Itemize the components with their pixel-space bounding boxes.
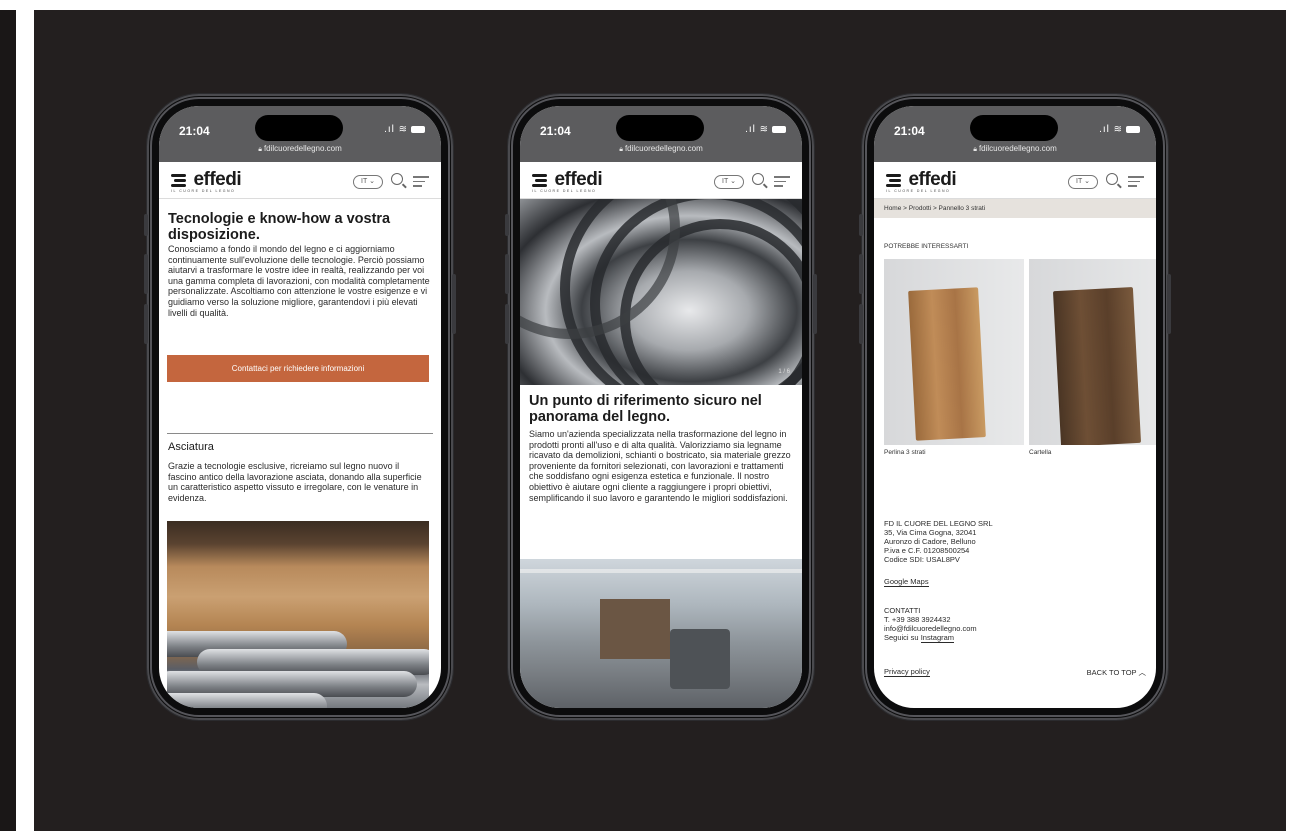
address-bar[interactable]: 🔒︎ fdilcuoredellegno.com xyxy=(159,144,441,154)
phone-button xyxy=(859,254,863,294)
phone-button xyxy=(144,254,148,294)
product-name: Perlina 3 strati xyxy=(884,449,926,456)
page-content: Tecnologie e know-how a vostra disposizi… xyxy=(159,199,441,708)
company-info: FD IL CUORE DEL LEGNO SRL 35, Via Cima G… xyxy=(884,519,993,564)
instagram-link[interactable]: Instagram xyxy=(920,633,955,643)
phone-screen: 21:04 .ıl ≋ 🔒︎ fdilcuoredellegno.com effe… xyxy=(874,106,1156,708)
section-paragraph: Grazie a tecnologie esclusive, ricreiamo… xyxy=(168,461,422,503)
phone-mockup-2: 21:04 .ıl ≋ 🔒︎ fdilcuoredellegno.com effe… xyxy=(505,94,817,720)
dynamic-island xyxy=(970,115,1058,141)
signal-wifi-battery-icon: .ıl ≋ xyxy=(745,124,786,135)
left-dark-strip xyxy=(0,10,16,831)
address-bar[interactable]: 🔒︎ fdilcuoredellegno.com xyxy=(874,144,1156,154)
site-header: effedi IL CUORE DEL LEGNO IT ⌄ xyxy=(520,162,802,199)
contacts-block: CONTATTI T. +39 388 3924432 info@fdilcuo… xyxy=(884,606,977,643)
product-card[interactable]: Perlina 3 strati xyxy=(884,259,1024,456)
address-bar[interactable]: 🔒︎ fdilcuoredellegno.com xyxy=(520,144,802,154)
wood-beam-photo xyxy=(167,521,429,708)
search-icon[interactable] xyxy=(752,173,764,185)
privacy-policy-link[interactable]: Privacy policy xyxy=(884,667,930,677)
phone-button xyxy=(505,254,509,294)
search-icon[interactable] xyxy=(391,173,403,185)
google-maps-link[interactable]: Google Maps xyxy=(884,577,929,587)
product-image xyxy=(1029,259,1156,445)
search-icon[interactable] xyxy=(1106,173,1118,185)
status-bar: 21:04 .ıl ≋ 🔒︎ fdilcuoredellegno.com xyxy=(159,106,441,162)
page-content: Home > Prodotti > Pannello 3 strati POTR… xyxy=(874,199,1156,708)
url-text: fdilcuoredellegno.com xyxy=(263,144,342,153)
phone-button xyxy=(144,304,148,344)
logo-mark-icon xyxy=(171,173,189,187)
section-title: Asciatura xyxy=(168,441,214,453)
phone-button xyxy=(859,304,863,344)
page-title: Un punto di riferimento sicuro nel panor… xyxy=(529,393,762,425)
product-name: Cartella xyxy=(1029,449,1052,456)
site-logo[interactable]: effedi xyxy=(532,169,603,191)
menu-icon[interactable] xyxy=(774,176,790,190)
phone-button xyxy=(505,214,509,236)
back-to-top-button[interactable]: BACK TO TOP ︿ xyxy=(1087,667,1146,678)
logo-text: effedi xyxy=(193,169,242,190)
logo-tagline: IL CUORE DEL LEGNO xyxy=(171,189,236,193)
intro-paragraph: Conosciamo a fondo il mondo del legno e … xyxy=(168,244,430,318)
page-content: 1 / 6 Un punto di riferimento sicuro nel… xyxy=(520,199,802,708)
lock-icon: 🔒︎ xyxy=(258,146,262,153)
language-selector[interactable]: IT ⌄ xyxy=(1068,175,1098,189)
lock-icon: 🔒︎ xyxy=(619,146,623,153)
product-image xyxy=(884,259,1024,445)
slide-indicator: 1 / 6 xyxy=(778,369,790,375)
language-selector[interactable]: IT ⌄ xyxy=(353,175,383,189)
signal-wifi-battery-icon: .ıl ≋ xyxy=(1099,124,1140,135)
logo-tagline: IL CUORE DEL LEGNO xyxy=(532,189,597,193)
status-bar: 21:04 .ıl ≋ 🔒︎ fdilcuoredellegno.com xyxy=(520,106,802,162)
site-header: effedi IL CUORE DEL LEGNO IT ⌄ xyxy=(159,162,441,199)
url-text: fdilcuoredellegno.com xyxy=(978,144,1057,153)
site-header: effedi IL CUORE DEL LEGNO IT ⌄ xyxy=(874,162,1156,199)
contact-cta-button[interactable]: Contattaci per richiedere informazioni xyxy=(167,355,429,382)
phone-number[interactable]: T. +39 388 3924432 xyxy=(884,615,977,624)
related-title: POTREBBE INTERESSARTI xyxy=(884,243,969,250)
phone-button xyxy=(144,214,148,236)
intro-paragraph: Siamo un'azienda specializzata nella tra… xyxy=(529,429,791,503)
phone-screen: 21:04 .ıl ≋ 🔒︎ fdilcuoredellegno.com effe… xyxy=(520,106,802,708)
phone-screen: 21:04 .ıl ≋ 🔒︎ fdilcuoredellegno.com effe… xyxy=(159,106,441,708)
phone-mockup-1: 21:04 .ıl ≋ 🔒︎ fdilcuoredellegno.com effe… xyxy=(144,94,456,720)
phone-button xyxy=(505,304,509,344)
dynamic-island xyxy=(616,115,704,141)
bandsaw-blades-photo[interactable]: 1 / 6 xyxy=(520,199,802,385)
phone-button xyxy=(452,274,456,334)
language-selector[interactable]: IT ⌄ xyxy=(714,175,744,189)
phone-button xyxy=(859,214,863,236)
contacts-title: CONTATTI xyxy=(884,606,921,615)
status-time: 21:04 xyxy=(894,124,925,138)
logo-text: effedi xyxy=(554,169,603,190)
lock-icon: 🔒︎ xyxy=(973,146,977,153)
signal-wifi-battery-icon: .ıl ≋ xyxy=(384,124,425,135)
email-link[interactable]: info@fdilcuoredellegno.com xyxy=(884,624,977,633)
status-bar: 21:04 .ıl ≋ 🔒︎ fdilcuoredellegno.com xyxy=(874,106,1156,162)
section-divider xyxy=(167,433,433,434)
logo-mark-icon xyxy=(532,173,550,187)
site-logo[interactable]: effedi xyxy=(171,169,242,191)
logo-tagline: IL CUORE DEL LEGNO xyxy=(886,189,951,193)
status-time: 21:04 xyxy=(540,124,571,138)
product-card[interactable]: Cartella xyxy=(1029,259,1156,456)
forklift-warehouse-photo xyxy=(520,559,802,708)
breadcrumb[interactable]: Home > Prodotti > Pannello 3 strati xyxy=(874,199,1156,218)
url-text: fdilcuoredellegno.com xyxy=(624,144,703,153)
page-title: Tecnologie e know-how a vostra disposizi… xyxy=(168,211,391,243)
menu-icon[interactable] xyxy=(413,176,429,190)
menu-icon[interactable] xyxy=(1128,176,1144,190)
presentation-stage: 21:04 .ıl ≋ 🔒︎ fdilcuoredellegno.com effe… xyxy=(0,0,1308,831)
chevron-up-icon: ︿ xyxy=(1138,668,1147,677)
phone-button xyxy=(813,274,817,334)
phone-mockup-3: 21:04 .ıl ≋ 🔒︎ fdilcuoredellegno.com effe… xyxy=(859,94,1171,720)
status-time: 21:04 xyxy=(179,124,210,138)
logo-mark-icon xyxy=(886,173,904,187)
site-logo[interactable]: effedi xyxy=(886,169,957,191)
phone-button xyxy=(1167,274,1171,334)
logo-text: effedi xyxy=(908,169,957,190)
dynamic-island xyxy=(255,115,343,141)
